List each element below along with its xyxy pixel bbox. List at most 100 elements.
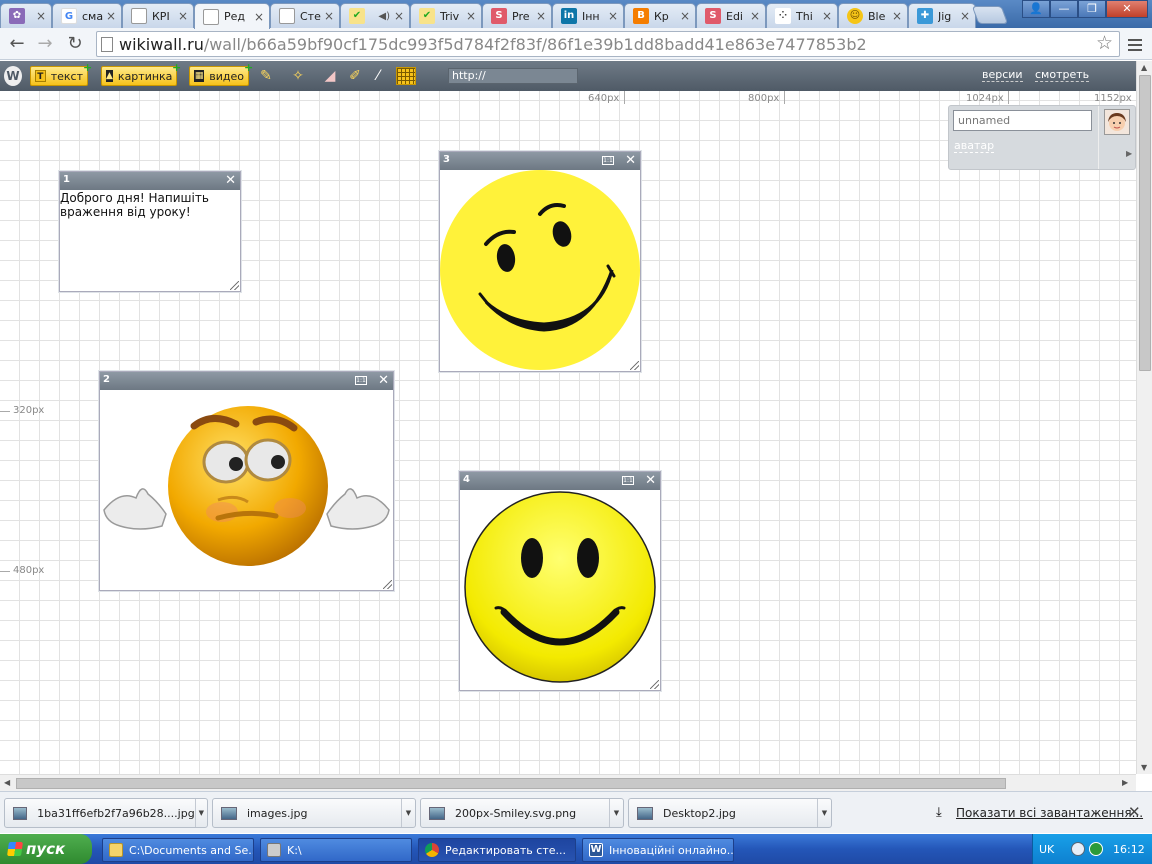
new-tab-button[interactable] (971, 6, 1009, 24)
taskbar-item-chrome[interactable]: Редактировать сте... (418, 838, 576, 862)
tab-close-icon[interactable]: × (105, 9, 117, 23)
resize-handle-icon[interactable] (630, 361, 639, 370)
avatar-link[interactable]: аватар (954, 139, 995, 153)
tab-0[interactable]: ✿ × (0, 3, 52, 28)
security-icon[interactable] (1089, 842, 1103, 856)
tab-close-icon[interactable]: × (607, 9, 619, 23)
tab-close-icon[interactable]: × (959, 9, 971, 23)
tab-3-active[interactable]: Ред × (194, 3, 270, 29)
horizontal-scrollbar[interactable]: ◀ ▶ (0, 774, 1136, 791)
taskbar-item-explorer[interactable]: C:\Documents and Se... (102, 838, 254, 862)
tab-close-icon[interactable]: × (177, 9, 189, 23)
original-size-icon[interactable]: 1:1 (602, 156, 614, 165)
widget-text[interactable]: Доброго дня! Напишіть враження від уроку… (60, 190, 240, 219)
add-text-button[interactable]: T текст + (30, 62, 92, 86)
wall-canvas[interactable]: 640px 800px 1024px 1152px 320px 480px 1 … (0, 91, 1136, 774)
widget-header[interactable]: 1 ✕ (60, 172, 240, 190)
close-icon[interactable]: ✕ (645, 472, 656, 490)
tab-9[interactable]: B Кр × (624, 3, 696, 28)
scroll-up-arrow-icon[interactable]: ▲ (1141, 63, 1147, 72)
scroll-down-arrow-icon[interactable]: ▼ (1141, 763, 1147, 772)
url-input[interactable]: http:// (448, 68, 578, 84)
close-icon[interactable]: ✕ (378, 372, 389, 390)
widget-header[interactable]: 3 1:1 ✕ (440, 152, 640, 170)
widget-header[interactable]: 4 1:1 ✕ (460, 472, 660, 490)
avatar[interactable] (1104, 109, 1130, 135)
image-widget-4[interactable]: 4 1:1 ✕ (459, 471, 661, 691)
pencil-icon[interactable]: ✎ (256, 67, 276, 85)
tab-5[interactable]: ✔ ◀) × (340, 3, 410, 28)
chevron-down-icon[interactable]: ▼ (194, 799, 207, 827)
horizontal-scroll-thumb[interactable] (16, 778, 1006, 789)
language-indicator[interactable]: UK (1039, 843, 1054, 856)
reload-icon[interactable]: ↻ (64, 33, 86, 55)
close-icon[interactable]: ✕ (225, 172, 236, 190)
bookmark-star-icon[interactable]: ☆ (1096, 32, 1113, 54)
tab-11[interactable]: ⁘ Thi × (766, 3, 838, 28)
start-button[interactable]: пуск (0, 834, 92, 864)
brush-color-icon[interactable]: ⁄ (368, 67, 388, 85)
resize-handle-icon[interactable] (383, 580, 392, 589)
username-input[interactable]: unnamed (953, 110, 1092, 131)
user-icon[interactable]: 👤 (1022, 0, 1050, 18)
vertical-scrollbar[interactable]: ▲ ▼ (1136, 61, 1152, 774)
taskbar-item-word[interactable]: W Інноваційні онлайно... (582, 838, 734, 862)
panel-expand-arrow-icon[interactable]: ▶ (1126, 149, 1132, 158)
original-size-icon[interactable]: 1:1 (355, 376, 367, 385)
network-icon[interactable] (1071, 842, 1085, 856)
view-link[interactable]: смотреть (1035, 68, 1090, 82)
tab-close-icon[interactable]: × (821, 9, 833, 23)
scroll-left-arrow-icon[interactable]: ◀ (4, 778, 10, 787)
minimize-icon[interactable]: — (1050, 0, 1078, 18)
forward-arrow-icon[interactable]: → (34, 33, 56, 55)
tab-close-icon[interactable]: × (891, 9, 903, 23)
image-widget-3[interactable]: 3 1:1 ✕ (439, 151, 641, 372)
resize-handle-icon[interactable] (650, 680, 659, 689)
vertical-scroll-thumb[interactable] (1139, 75, 1151, 371)
add-image-button[interactable]: ▲ картинка + (101, 62, 181, 86)
restore-icon[interactable]: ❐ (1078, 0, 1106, 18)
tab-6[interactable]: ✔ Triv × (410, 3, 482, 28)
add-video-button[interactable]: ▦ видео + (189, 62, 253, 86)
tab-10[interactable]: S Edi × (696, 3, 766, 28)
tab-8[interactable]: in Інн × (552, 3, 624, 28)
eraser-icon[interactable]: ◢ (320, 67, 340, 85)
download-item[interactable]: 1ba31ff6efb2f7a96b28....jpg ▼ (4, 798, 208, 828)
tab-close-icon[interactable]: × (679, 9, 691, 23)
chevron-down-icon[interactable]: ▼ (401, 799, 415, 827)
window-close-icon[interactable]: ✕ (1106, 0, 1148, 18)
tab-13[interactable]: ✚ Jig × (908, 3, 976, 28)
tab-close-icon[interactable]: × (465, 9, 477, 23)
resize-handle-icon[interactable] (230, 281, 239, 290)
image-widget-2[interactable]: 2 1:1 ✕ (99, 371, 394, 591)
download-item[interactable]: Desktop2.jpg ▼ (628, 798, 832, 828)
wikiwall-logo[interactable]: W (4, 66, 22, 86)
versions-link[interactable]: версии (982, 68, 1023, 82)
chevron-down-icon[interactable]: ▼ (609, 799, 623, 827)
text-widget-1[interactable]: 1 ✕ Доброго дня! Напишіть враження від у… (59, 171, 241, 292)
back-arrow-icon[interactable]: ← (6, 33, 28, 55)
tab-close-icon[interactable]: × (749, 9, 761, 23)
grid-toggle-icon[interactable] (396, 67, 416, 85)
tab-4[interactable]: Сте × (270, 3, 340, 28)
tab-1[interactable]: G сма × (52, 3, 122, 28)
magic-wand-icon[interactable]: ✧ (288, 67, 308, 85)
tab-close-icon[interactable]: × (323, 9, 335, 23)
download-item[interactable]: images.jpg ▼ (212, 798, 416, 828)
download-item[interactable]: 200px-Smiley.svg.png ▼ (420, 798, 624, 828)
menu-icon[interactable] (1128, 36, 1142, 54)
tab-close-icon[interactable]: × (535, 9, 547, 23)
close-icon[interactable]: ✕ (625, 152, 636, 170)
tab-2[interactable]: КРІ × (122, 3, 194, 28)
tab-close-icon[interactable]: × (35, 9, 47, 23)
tab-close-icon[interactable]: × (393, 9, 405, 23)
show-all-downloads-link[interactable]: Показати всі завантаження... (956, 806, 1143, 820)
taskbar-item-drive[interactable]: K:\ (260, 838, 412, 862)
widget-header[interactable]: 2 1:1 ✕ (100, 372, 393, 390)
original-size-icon[interactable]: 1:1 (622, 476, 634, 485)
address-bar[interactable]: wikiwall.ru /wall/b66a59bf90cf175dc993f5… (96, 31, 1120, 57)
tab-7[interactable]: S Pre × (482, 3, 552, 28)
scroll-right-arrow-icon[interactable]: ▶ (1122, 778, 1128, 787)
tab-12[interactable]: ☺ Ble × (838, 3, 908, 28)
chevron-down-icon[interactable]: ▼ (817, 799, 831, 827)
